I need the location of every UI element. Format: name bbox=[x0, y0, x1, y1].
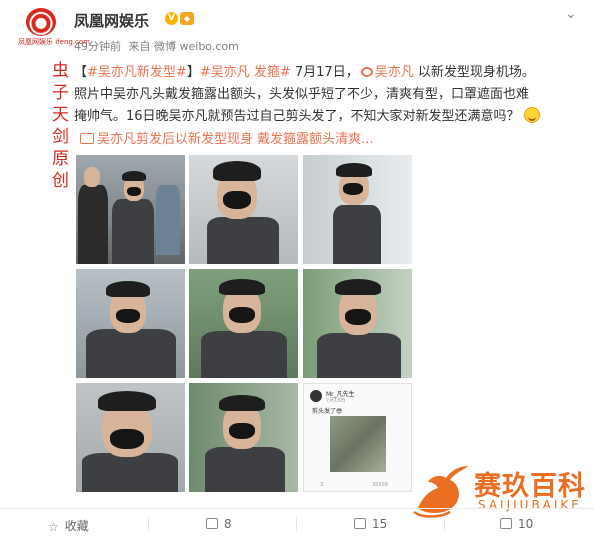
post-text: 【#吴亦凡新发型#】#吴亦凡 发箍# 7月17日， 吴亦凡 以新发型现身机场。 照… bbox=[74, 62, 579, 128]
divider bbox=[148, 517, 149, 531]
post-time[interactable]: 49分钟前 bbox=[74, 40, 121, 53]
topic-link-headband[interactable]: #吴亦凡 发箍# bbox=[200, 65, 291, 80]
video-link-text: 吴亦凡剪发后以新发型现身 戴发箍露额头清爽... bbox=[97, 132, 374, 147]
like-count: 10 bbox=[518, 517, 534, 531]
verified-badge-icon: V bbox=[165, 12, 178, 25]
comment-button[interactable]: 15 bbox=[354, 517, 387, 531]
member-badge-icon: ◆ bbox=[180, 12, 194, 25]
like-button[interactable]: 10 bbox=[500, 517, 533, 531]
thumbs-up-icon bbox=[500, 518, 512, 529]
repost-button[interactable]: 8 bbox=[206, 517, 232, 531]
post-meta: 49分钟前 来自 微博 weibo.com bbox=[74, 38, 243, 54]
photo-thumbnail-4[interactable] bbox=[76, 269, 185, 378]
photo-thumbnail-3[interactable] bbox=[303, 155, 412, 264]
chevron-down-icon[interactable]: ⌄ bbox=[565, 6, 577, 22]
mention-link-icon bbox=[360, 67, 373, 77]
post-source[interactable]: 来自 微博 weibo.com bbox=[129, 40, 239, 53]
photo-thumbnail-1[interactable] bbox=[76, 155, 185, 264]
post-line-2: 照片中吴亦凡头戴发箍露出额头，头发似乎短了不少，清爽有型，口罩遮面也难 bbox=[74, 87, 530, 102]
smile-emoji-icon bbox=[523, 107, 540, 123]
post-date: 7月17日， bbox=[290, 65, 359, 80]
photo-thumbnail-6[interactable] bbox=[303, 269, 412, 378]
photo-thumbnail-8[interactable] bbox=[189, 383, 298, 492]
video-icon bbox=[80, 133, 94, 144]
comment-count: 15 bbox=[372, 517, 388, 531]
repost-count: 8 bbox=[224, 517, 232, 531]
card-time: 7月16日 bbox=[326, 398, 346, 404]
divider bbox=[296, 517, 297, 531]
action-bar: ☆ 收藏 8 15 10 bbox=[0, 508, 594, 537]
card-footer-count: 35509 bbox=[372, 482, 388, 488]
bracket-close: 】 bbox=[186, 65, 200, 80]
card-text: 剪头发了😎 bbox=[312, 408, 343, 415]
post-line-3: 掩帅气。16日晚吴亦凡就预告过自己剪头发了，不知大家对新发型还满意吗？ bbox=[74, 106, 579, 128]
divider bbox=[444, 517, 445, 531]
topic-link-new-hairstyle[interactable]: #吴亦凡新发型# bbox=[87, 65, 187, 80]
ifeng-logo-icon bbox=[26, 8, 56, 36]
favorite-button[interactable]: ☆ 收藏 bbox=[48, 517, 89, 534]
comment-icon bbox=[354, 518, 366, 529]
card-photo bbox=[330, 416, 386, 472]
weibo-post: 凤凰网娱乐 ifeng.com 凤凰网娱乐 V ◆ 49分钟前 来自 微博 we… bbox=[0, 0, 594, 537]
photo-thumbnail-2[interactable] bbox=[189, 155, 298, 264]
photo-thumbnail-5[interactable] bbox=[189, 269, 298, 378]
video-link[interactable]: 吴亦凡剪发后以新发型现身 戴发箍露额头清爽... bbox=[80, 128, 374, 147]
photo-thumbnail-9[interactable]: Mr_凡先生 7月16日 剪头发了😎 3 35509 bbox=[303, 383, 412, 492]
photo-thumbnail-7[interactable] bbox=[76, 383, 185, 492]
avatar-caption: 凤凰网娱乐 ifeng.com bbox=[18, 38, 90, 46]
watermark-text: 虫子天剑原创 bbox=[52, 61, 69, 191]
post-line-1: 【#吴亦凡新发型#】#吴亦凡 发箍# 7月17日， 吴亦凡 以新发型现身机场。 bbox=[74, 62, 579, 84]
mention-link[interactable]: 吴亦凡 bbox=[375, 65, 414, 80]
star-icon: ☆ bbox=[48, 520, 59, 534]
line1-tail: 以新发型现身机场。 bbox=[413, 65, 535, 80]
card-footer-like: 3 bbox=[320, 482, 324, 488]
author-name[interactable]: 凤凰网娱乐 bbox=[74, 10, 149, 31]
card-avatar bbox=[310, 390, 322, 402]
author-avatar[interactable]: 凤凰网娱乐 ifeng.com bbox=[18, 8, 90, 48]
favorite-label: 收藏 bbox=[64, 519, 89, 533]
line3-text: 掩帅气。16日晚吴亦凡就预告过自己剪头发了，不知大家对新发型还满意吗？ bbox=[74, 109, 520, 124]
bracket-open: 【 bbox=[74, 65, 88, 80]
repost-icon bbox=[206, 518, 218, 529]
